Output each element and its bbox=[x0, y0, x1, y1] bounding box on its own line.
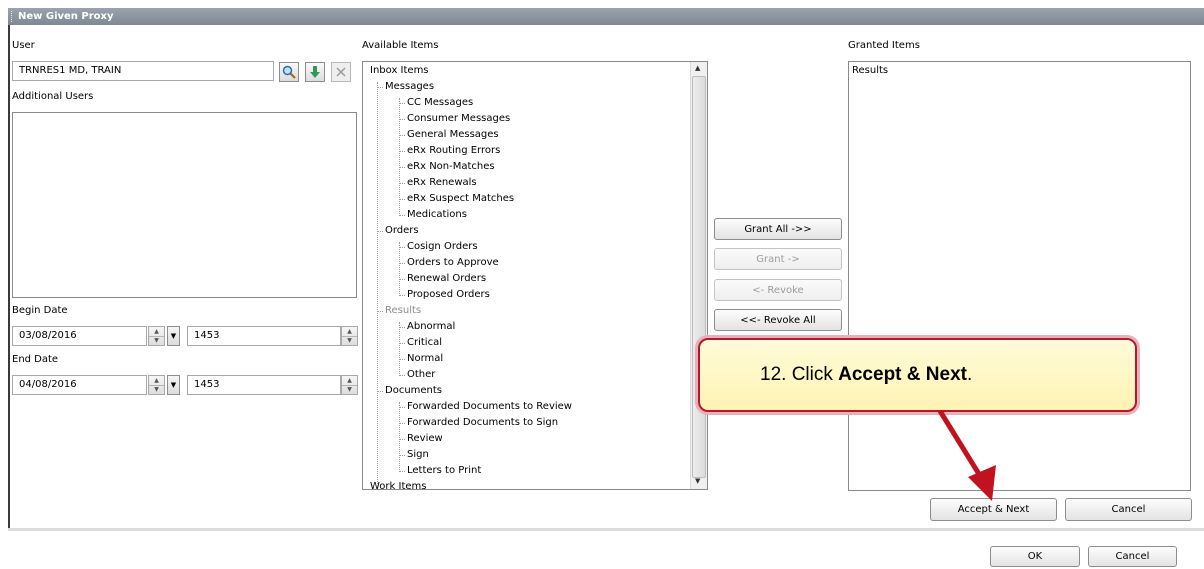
tree-connector bbox=[399, 322, 400, 376]
tree-item[interactable]: Abnormal bbox=[398, 320, 455, 334]
end-time-field[interactable]: 1453 bbox=[187, 375, 341, 395]
tree-node-results[interactable]: Results bbox=[376, 304, 421, 318]
tree-node-inbox-items[interactable]: Inbox Items bbox=[370, 64, 429, 78]
callout-prefix: 12. Click bbox=[760, 364, 839, 385]
granted-items-label: Granted Items bbox=[848, 40, 920, 51]
spin-down-icon[interactable]: ▼ bbox=[149, 384, 164, 395]
tree-item[interactable]: Consumer Messages bbox=[398, 112, 510, 126]
clear-user-button[interactable] bbox=[331, 62, 351, 82]
tree-item[interactable]: Normal bbox=[398, 352, 443, 366]
spin-up-icon[interactable]: ▲ bbox=[149, 376, 164, 385]
tree-item[interactable]: eRx Renewals bbox=[399, 176, 477, 190]
tree-scrollbar[interactable]: ▲ ▼ bbox=[690, 62, 707, 489]
spin-down-icon[interactable]: ▼ bbox=[149, 335, 164, 346]
end-date-dropdown[interactable]: ▼ bbox=[167, 375, 180, 395]
instruction-callout: 12. Click Accept & Next. bbox=[698, 338, 1137, 412]
spin-up-icon[interactable]: ▲ bbox=[149, 327, 164, 336]
tree-item[interactable]: CC Messages bbox=[398, 96, 473, 110]
scrollbar-thumb[interactable] bbox=[692, 76, 706, 478]
tree-item[interactable]: Other bbox=[398, 368, 435, 382]
dropdown-icon: ▼ bbox=[170, 381, 177, 389]
revoke-button[interactable]: <- Revoke bbox=[714, 279, 842, 301]
end-date-label: End Date bbox=[12, 354, 59, 365]
additional-users-label: Additional Users bbox=[12, 91, 94, 102]
user-field[interactable]: TRNRES1 MD, TRAIN bbox=[12, 61, 274, 81]
dialog-title: New Given Proxy bbox=[18, 11, 114, 22]
separator bbox=[8, 528, 1204, 531]
granted-item[interactable]: Results bbox=[852, 64, 888, 78]
tree-item[interactable]: Proposed Orders bbox=[399, 288, 490, 302]
tree-item[interactable]: Medications bbox=[399, 208, 467, 222]
tree-item[interactable]: Cosign Orders bbox=[399, 240, 478, 254]
callout-arrow-icon bbox=[937, 409, 996, 501]
user-label: User bbox=[12, 40, 35, 51]
granted-items-list[interactable]: Results bbox=[848, 61, 1191, 491]
tree-item[interactable]: eRx Routing Errors bbox=[398, 144, 500, 158]
spin-down-icon[interactable]: ▼ bbox=[342, 335, 357, 346]
tree-connector bbox=[377, 82, 378, 484]
dropdown-icon: ▼ bbox=[170, 332, 177, 340]
search-user-button[interactable] bbox=[279, 62, 299, 82]
scroll-up-icon[interactable]: ▲ bbox=[695, 64, 700, 72]
tree-node-documents[interactable]: Documents bbox=[376, 384, 442, 398]
search-icon bbox=[282, 65, 296, 79]
tree-connector bbox=[399, 402, 400, 472]
clear-x-icon bbox=[336, 67, 346, 77]
callout-bold: Accept & Next bbox=[838, 364, 967, 385]
end-time-spinner[interactable]: ▲ ▼ bbox=[341, 375, 358, 395]
tree-item[interactable]: eRx Suspect Matches bbox=[398, 192, 514, 206]
grip-icon bbox=[11, 11, 14, 22]
dialog-title-bar[interactable]: New Given Proxy bbox=[8, 8, 1204, 25]
tree-node-orders[interactable]: Orders bbox=[377, 224, 419, 238]
spin-down-icon[interactable]: ▼ bbox=[342, 384, 357, 395]
tree-item[interactable]: Renewal Orders bbox=[398, 272, 486, 286]
grant-all-button[interactable]: Grant All ->> bbox=[714, 218, 842, 240]
download-arrow-icon bbox=[310, 66, 320, 78]
scroll-down-icon[interactable]: ▼ bbox=[695, 477, 700, 485]
outer-cancel-button[interactable]: Cancel bbox=[1088, 546, 1177, 567]
tree-item[interactable]: Forwarded Documents to Sign bbox=[398, 416, 558, 430]
begin-time-spinner[interactable]: ▲ ▼ bbox=[341, 326, 358, 346]
tree-item[interactable]: Sign bbox=[399, 448, 429, 462]
ok-button[interactable]: OK bbox=[990, 546, 1080, 567]
begin-date-dropdown[interactable]: ▼ bbox=[167, 326, 180, 346]
tree-item[interactable]: Orders to Approve bbox=[399, 256, 499, 270]
begin-date-label: Begin Date bbox=[12, 305, 68, 316]
cancel-button[interactable]: Cancel bbox=[1065, 498, 1192, 521]
tree-item[interactable]: Forwarded Documents to Review bbox=[399, 400, 572, 414]
callout-suffix: . bbox=[966, 364, 973, 385]
tree-item[interactable]: Review bbox=[399, 432, 443, 446]
begin-date-field[interactable]: 03/08/2016 bbox=[12, 326, 147, 346]
tree-item[interactable]: General Messages bbox=[399, 128, 499, 142]
end-date-spinner[interactable]: ▲ ▼ bbox=[148, 375, 165, 395]
add-user-button[interactable] bbox=[305, 62, 325, 82]
tree-item[interactable]: eRx Non-Matches bbox=[399, 160, 495, 174]
tree-connector bbox=[399, 242, 400, 296]
begin-time-field[interactable]: 1453 bbox=[187, 326, 341, 346]
spin-up-icon[interactable]: ▲ bbox=[342, 376, 357, 385]
tree-item[interactable]: Letters to Print bbox=[398, 464, 481, 478]
available-items-label: Available Items bbox=[362, 40, 439, 51]
tree-node-messages[interactable]: Messages bbox=[376, 80, 434, 94]
spin-up-icon[interactable]: ▲ bbox=[342, 327, 357, 336]
begin-date-spinner[interactable]: ▲ ▼ bbox=[148, 326, 165, 346]
available-items-tree[interactable]: Inbox Items Messages CC Messages Consume… bbox=[362, 61, 708, 490]
tree-item[interactable]: Critical bbox=[399, 336, 442, 350]
additional-users-list[interactable] bbox=[12, 112, 357, 298]
end-date-field[interactable]: 04/08/2016 bbox=[12, 375, 147, 395]
grant-button[interactable]: Grant -> bbox=[714, 248, 842, 270]
revoke-all-button[interactable]: <<- Revoke All bbox=[714, 309, 842, 331]
tree-node-work-items[interactable]: Work Items bbox=[370, 480, 426, 489]
